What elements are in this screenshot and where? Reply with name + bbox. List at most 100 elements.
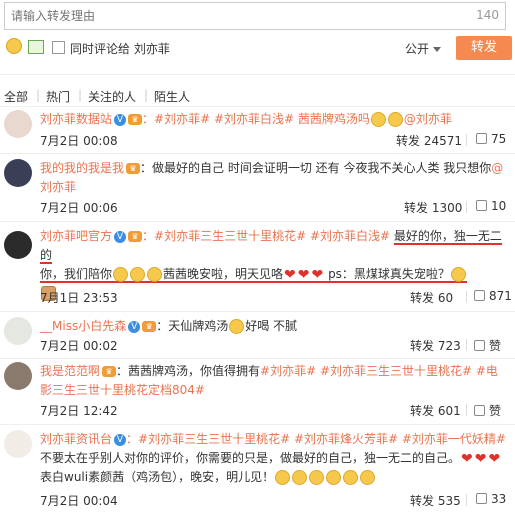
emoji-icon[interactable] [6,38,22,54]
user-name[interactable]: 我是范范啊 [40,364,100,378]
emoji-icon [147,267,163,282]
user-name[interactable]: __Miss小白先森 [40,319,126,333]
like-label: 赞 [489,404,502,418]
topic-tags[interactable]: ：#刘亦菲三生三世十里桃花# #刘亦菲烽火芳菲# #刘亦菲一代妖精# [126,432,506,446]
repost-count[interactable]: 转发 723 [410,337,461,354]
like-button[interactable]: 10 [476,199,506,213]
repost-item: __Miss小白先森 V ♛ ：天仙牌鸡汤 好喝 不腻 7月2日 00:02 转发 72… [0,317,515,357]
visibility-value: 公开 [405,42,430,56]
thumbs-up-icon [476,200,487,211]
thumbs-up-icon [474,290,485,301]
repost-count[interactable]: 转发 24571 [396,132,462,149]
repost-button[interactable]: 转发 [456,36,512,60]
user-name[interactable]: 刘亦菲数据站 [40,112,112,126]
tab-separator: | [36,88,41,102]
verified-icon: V [114,433,127,446]
user-name[interactable]: 我的我的我是我 [40,161,124,175]
underlined-text-part: 你，我们陪你 [40,267,113,281]
divider [466,134,467,146]
repost-compose-box: 140 [4,2,506,30]
chevron-down-icon [433,47,442,52]
timestamp: 7月2日 00:02 [40,339,118,353]
repost-item: 刘亦菲资讯台 V ：#刘亦菲三生三世十里桃花# #刘亦菲烽火芳菲# #刘亦菲一代妖精… [0,430,515,514]
timestamp: 7月2日 12:42 [40,404,118,418]
emoji-icon [370,112,386,127]
like-button[interactable]: 赞 [474,337,501,354]
topic-tags[interactable]: ：#刘亦菲三生三世十里桃花# #刘亦菲白浅# [142,229,390,243]
timestamp: 7月2日 00:06 [40,201,118,215]
repost-text: 我是范范啊 ♛ ：茜茜牌鸡汤，你值得拥有#刘亦菲# #刘亦菲三生三世十里桃花# #电… [40,362,508,400]
repost-count[interactable]: 转发 535 [410,492,461,509]
timestamp: 7月2日 00:08 [40,134,118,148]
thumbs-up-icon [474,340,485,351]
repost-item: 刘亦菲吧官方 V ♛ ：#刘亦菲三生三世十里桃花# #刘亦菲白浅# 最好的你，独一无二… [0,227,515,309]
repost-item: 刘亦菲数据站 V ♛ ：#刘亦菲# #刘亦菲白浅# 茜茜牌鸡汤吗 @刘亦菲 7月2日 0… [0,110,515,152]
repost-count[interactable]: 转发 1300 [404,199,462,216]
like-button[interactable]: 75 [476,132,506,146]
level-badge-icon: ♛ [142,321,157,332]
repost-content: ：#刘亦菲# #刘亦菲白浅# 茜茜牌鸡汤吗 [142,112,370,126]
timestamp: 7月2日 00:04 [40,494,118,508]
heart-icon: ❤ [311,266,324,283]
heart-icon: ❤ [474,450,487,467]
verified-icon: V [128,320,141,333]
emoji-icon [113,267,129,282]
emoji-icon [130,267,146,282]
repost-content: ：做最好的自己 时间会证明一切 还有 今夜我不关心人类 我只想你 [140,161,492,175]
image-icon[interactable] [28,40,44,54]
tab-following[interactable]: 关注的人 [88,88,136,105]
also-comment-checkbox[interactable] [52,41,65,54]
avatar[interactable] [4,430,32,458]
divider [466,201,467,213]
repost-count[interactable]: 转发 601 [410,402,461,419]
mention-link[interactable]: @刘亦菲 [404,112,452,126]
emoji-icon [360,470,376,485]
tab-separator: | [78,88,83,102]
repost-text: __Miss小白先森 V ♛ ：天仙牌鸡汤 好喝 不腻 [40,317,508,336]
divider [0,153,515,154]
repost-content: ：天仙牌鸡汤 [156,319,229,333]
repost-text: 刘亦菲资讯台 V ：#刘亦菲三生三世十里桃花# #刘亦菲烽火芳菲# #刘亦菲一代妖精… [40,430,508,487]
tab-strangers[interactable]: 陌生人 [154,88,190,105]
divider [0,424,515,425]
like-button[interactable]: 赞 [474,402,501,419]
emoji-icon [326,470,342,485]
like-count: 33 [491,492,507,506]
tab-hot[interactable]: 热门 [46,88,70,105]
emoji-icon [292,470,308,485]
emoji-icon [229,319,245,334]
like-label: 赞 [489,339,502,353]
repost-content: 好喝 不腻 [245,319,298,333]
avatar[interactable] [4,231,32,259]
visibility-dropdown[interactable]: 公开 [405,40,442,57]
thumbs-up-icon [476,493,487,504]
user-name[interactable]: 刘亦菲资讯台 [40,432,112,446]
compose-toolbar: 同时评论给 刘亦菲 公开 转发 [4,36,512,60]
user-name[interactable]: 刘亦菲吧官方 [40,229,112,243]
divider [0,106,515,107]
heart-icon: ❤ [284,266,296,283]
level-badge-icon: ♛ [128,231,143,242]
divider [466,404,467,416]
heart-icon: ❤ [461,450,473,467]
avatar[interactable] [4,159,32,187]
avatar[interactable] [4,110,32,138]
repost-reason-input[interactable] [11,5,431,27]
divider [0,74,515,75]
avatar[interactable] [4,317,32,345]
filter-tabs: 全部 | 热门 | 关注的人 | 陌生人 [0,88,515,106]
like-count: 871 [489,289,512,303]
divider [466,291,467,303]
like-button[interactable]: 871 [474,289,512,303]
heart-icon: ❤ [488,450,501,467]
verified-icon: V [114,113,127,126]
avatar[interactable] [4,362,32,390]
repost-item: 我的我的我是我 ♛ ：做最好的自己 时间会证明一切 还有 今夜我不关心人类 我只想你… [0,159,515,217]
underlined-text: 你，我们陪你 茜茜晚安啦，明天见咯❤ ❤ ❤ ps：黑煤球真失宠啦？ [40,267,467,283]
repost-text: 我的我的我是我 ♛ ：做最好的自己 时间会证明一切 还有 今夜我不关心人类 我只想你… [40,159,508,197]
tab-all[interactable]: 全部 [4,88,28,105]
like-button[interactable]: 33 [476,492,506,506]
repost-count[interactable]: 转发 60 [410,289,453,306]
divider [466,494,467,506]
emoji-icon [309,470,325,485]
